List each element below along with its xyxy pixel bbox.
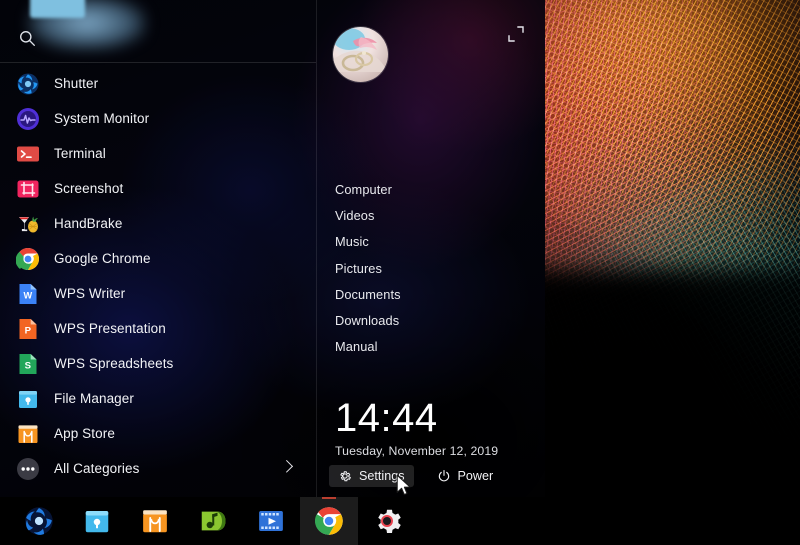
svg-text:P: P <box>25 325 32 336</box>
application-launcher: Shutter System Monitor <box>0 0 545 497</box>
launcher-right-panel: Computer Videos Music Pictures Documents… <box>317 0 545 497</box>
settings-label: Settings <box>359 469 405 483</box>
app-item-app-store[interactable]: App Store <box>0 416 316 451</box>
session-controls: Settings Power <box>329 465 502 487</box>
app-item-system-monitor[interactable]: System Monitor <box>0 101 316 136</box>
place-item-documents[interactable]: Documents <box>335 281 535 307</box>
app-store-icon <box>140 506 170 536</box>
chrome-icon <box>314 506 344 536</box>
power-button[interactable]: Power <box>428 465 503 487</box>
settings-gear-icon <box>372 506 402 536</box>
power-icon <box>437 469 451 483</box>
app-item-google-chrome[interactable]: Google Chrome <box>0 241 316 276</box>
taskbar-item-settings[interactable] <box>358 497 416 545</box>
app-store-icon <box>16 422 40 446</box>
place-item-manual[interactable]: Manual <box>335 334 535 360</box>
taskbar-item-movie[interactable] <box>242 497 300 545</box>
launcher-left-panel: Shutter System Monitor <box>0 0 316 497</box>
movie-icon <box>256 506 286 536</box>
app-item-terminal[interactable]: Terminal <box>0 136 316 171</box>
taskbar-dock <box>0 497 416 545</box>
wps-writer-icon: W <box>16 282 40 306</box>
search-icon <box>19 30 36 47</box>
app-item-wps-presentation[interactable]: P WPS Presentation <box>0 311 316 346</box>
place-item-music[interactable]: Music <box>335 229 535 255</box>
app-label: File Manager <box>54 391 134 406</box>
gear-icon <box>338 469 352 483</box>
taskbar-item-chrome[interactable] <box>300 497 358 545</box>
clock-date: Tuesday, November 12, 2019 <box>335 444 545 458</box>
app-label: WPS Presentation <box>54 321 166 336</box>
system-monitor-icon <box>16 107 40 131</box>
place-label: Manual <box>335 339 378 354</box>
place-item-downloads[interactable]: Downloads <box>335 307 535 333</box>
svg-text:S: S <box>25 360 32 371</box>
app-item-screenshot[interactable]: Screenshot <box>0 171 316 206</box>
app-label: All Categories <box>54 461 139 476</box>
app-item-wps-spreadsheets[interactable]: S WPS Spreadsheets <box>0 346 316 381</box>
app-label: HandBrake <box>54 216 122 231</box>
settings-button[interactable]: Settings <box>329 465 414 487</box>
application-list: Shutter System Monitor <box>0 66 316 486</box>
music-icon <box>198 506 228 536</box>
avatar[interactable] <box>333 27 388 82</box>
app-label: App Store <box>54 426 115 441</box>
deepin-launcher-icon <box>24 506 54 536</box>
taskbar-item-music[interactable] <box>184 497 242 545</box>
clock-time: 14:44 <box>335 398 545 438</box>
place-item-computer[interactable]: Computer <box>335 176 535 202</box>
place-item-videos[interactable]: Videos <box>335 202 535 228</box>
chrome-icon <box>16 247 40 271</box>
app-item-shutter[interactable]: Shutter <box>0 66 316 101</box>
screenshot-icon <box>16 177 40 201</box>
place-label: Music <box>335 234 369 249</box>
app-item-all-categories[interactable]: All Categories <box>0 451 316 486</box>
app-label: System Monitor <box>54 111 149 126</box>
wps-spreadsheets-icon: S <box>16 352 40 376</box>
app-label: WPS Spreadsheets <box>54 356 173 371</box>
app-item-file-manager[interactable]: File Manager <box>0 381 316 416</box>
expand-icon[interactable] <box>505 23 527 45</box>
app-label: Shutter <box>54 76 98 91</box>
app-label: Terminal <box>54 146 106 161</box>
wps-presentation-icon: P <box>16 317 40 341</box>
place-label: Videos <box>335 208 375 223</box>
chevron-right-icon <box>280 459 293 472</box>
app-item-handbrake[interactable]: HandBrake <box>0 206 316 241</box>
search-field-redaction-chip <box>30 0 85 18</box>
app-label: Screenshot <box>54 181 123 196</box>
taskbar-item-file-manager[interactable] <box>68 497 126 545</box>
svg-text:W: W <box>23 290 32 300</box>
place-label: Downloads <box>335 313 399 328</box>
handbrake-icon <box>16 212 40 236</box>
place-item-pictures[interactable]: Pictures <box>335 255 535 281</box>
search-divider <box>0 62 316 63</box>
taskbar <box>0 497 800 545</box>
place-label: Computer <box>335 182 392 197</box>
file-manager-icon <box>82 506 112 536</box>
place-label: Documents <box>335 287 401 302</box>
places-list: Computer Videos Music Pictures Documents… <box>335 176 535 360</box>
app-label: Google Chrome <box>54 251 151 266</box>
app-item-wps-writer[interactable]: W WPS Writer <box>0 276 316 311</box>
all-categories-icon <box>16 457 40 481</box>
power-label: Power <box>458 469 494 483</box>
taskbar-item-app-store[interactable] <box>126 497 184 545</box>
terminal-icon <box>16 142 40 166</box>
place-label: Pictures <box>335 261 382 276</box>
shutter-icon <box>16 72 40 96</box>
file-manager-icon <box>16 387 40 411</box>
search-bar[interactable] <box>0 0 316 62</box>
taskbar-item-launcher[interactable] <box>10 497 68 545</box>
app-label: WPS Writer <box>54 286 125 301</box>
clock-widget: 14:44 Tuesday, November 12, 2019 <box>335 398 545 458</box>
